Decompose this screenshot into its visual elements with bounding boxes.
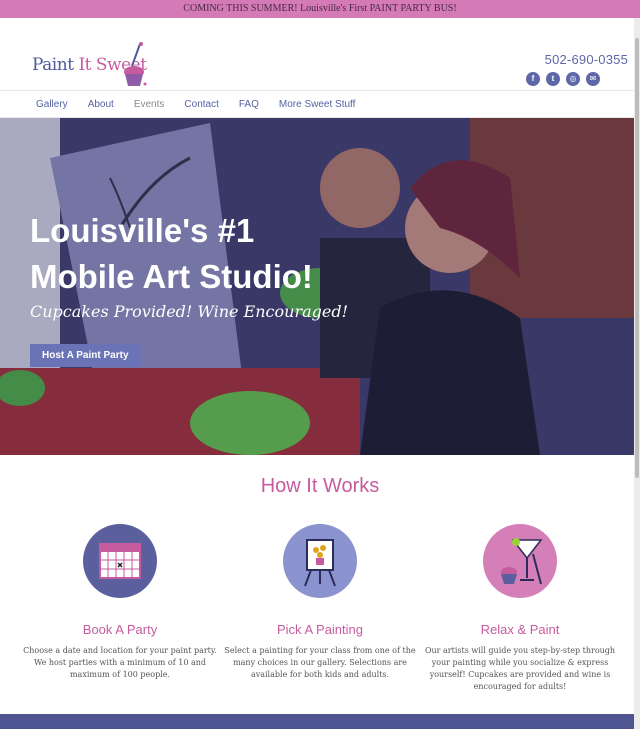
step-description: Our artists will guide you step-by-step … [424,646,616,691]
social-links: f t ◎ ✉ [526,72,600,86]
step-title: Book A Party [82,622,158,637]
host-paint-party-button[interactable]: Host A Paint Party [30,344,141,367]
nav-item-events[interactable]: Events [130,99,169,110]
nav-item-faq[interactable]: FAQ [235,99,263,110]
how-it-works-title: How It Works [260,475,380,497]
instagram-icon[interactable]: ◎ [566,72,580,86]
logo-word-it: It [78,55,91,75]
nav-item-more-sweet-stuff[interactable]: More Sweet Stuff [275,99,360,110]
step-relax-and-paint: Relax & Paint Our artists will guide you… [422,524,618,693]
twitter-icon[interactable]: t [546,72,560,86]
how-it-works-section: How It Works [0,475,640,498]
easel-icon [283,524,357,598]
hero-title-line-2: Mobile Art Studio! [30,258,313,295]
step-pick-a-painting: Pick A Painting Select a painting for yo… [222,524,418,693]
calendar-icon [83,524,157,598]
hero-title: Louisville's #1 Mobile Art Studio! [30,208,313,300]
email-icon[interactable]: ✉ [586,72,600,86]
main-nav: Gallery About Events Contact FAQ More Sw… [0,90,640,118]
nav-item-contact[interactable]: Contact [180,99,222,110]
hero-title-line-1: Louisville's #1 [30,212,255,249]
site-header: Paint It Sweet 502-690-0355 f t ◎ ✉ [0,18,640,90]
announcement-bar[interactable]: COMING THIS SUMMER! Louisville's First P… [0,0,640,18]
step-description: Select a painting for your class from on… [224,646,416,679]
step-title: Pick A Painting [277,622,363,637]
site-logo[interactable]: Paint It Sweet [32,40,152,92]
step-book-a-party: Book A Party Choose a date and location … [22,524,218,693]
nav-item-gallery[interactable]: Gallery [32,99,72,110]
footer-band [0,714,640,729]
steps-row: Book A Party Choose a date and location … [0,524,640,693]
hero-subtitle: Cupcakes Provided! Wine Encouraged! [30,302,349,321]
nav-item-about[interactable]: About [84,99,118,110]
phone-number[interactable]: 502-690-0355 [545,52,628,67]
step-title: Relax & Paint [480,622,560,637]
page-scrollbar[interactable] [634,18,640,729]
scrollbar-thumb[interactable] [635,38,639,478]
announcement-text[interactable]: COMING THIS SUMMER! Louisville's First P… [183,3,456,14]
facebook-icon[interactable]: f [526,72,540,86]
hero-banner: Louisville's #1 Mobile Art Studio! Cupca… [0,118,640,455]
cocktail-cupcake-icon [483,524,557,598]
cupcake-brush-icon [124,42,147,86]
logo-word-paint: Paint [32,55,74,75]
step-description: Choose a date and location for your pain… [23,646,217,679]
